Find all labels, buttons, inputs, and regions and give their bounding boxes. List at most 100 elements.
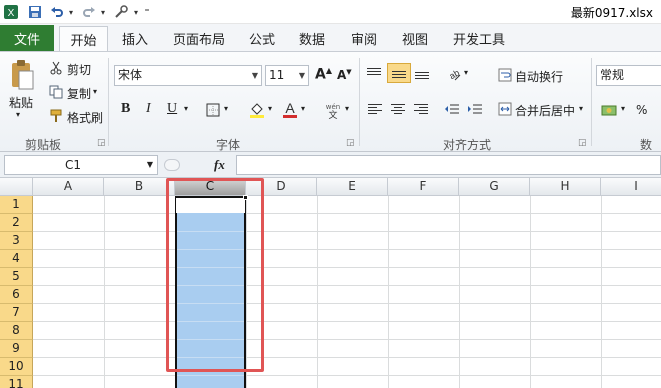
paste-icon[interactable]: [8, 58, 36, 92]
cut-button[interactable]: 剪切: [67, 61, 91, 78]
tools-dropdown-icon[interactable]: ▾: [131, 3, 141, 21]
formula-input[interactable]: [236, 155, 661, 175]
row-header-8[interactable]: 8: [0, 322, 33, 340]
tools-icon[interactable]: [112, 3, 130, 21]
italic-button[interactable]: I: [146, 101, 151, 117]
alignment-launcher-icon[interactable]: ◲: [578, 138, 587, 148]
row-header-1[interactable]: 1: [0, 196, 33, 214]
merge-center-button[interactable]: 合并后居中: [515, 102, 575, 119]
redo-icon[interactable]: [80, 3, 98, 21]
paste-button[interactable]: 粘贴: [9, 94, 33, 111]
svg-text:文: 文: [328, 109, 337, 119]
redo-dropdown-icon[interactable]: ▾: [98, 3, 108, 21]
wrap-text-button[interactable]: 自动换行: [515, 68, 563, 85]
copy-dropdown-icon[interactable]: ▾: [93, 87, 97, 96]
tab-data[interactable]: 数据: [299, 29, 325, 48]
undo-dropdown-icon[interactable]: ▾: [66, 3, 76, 21]
font-size-select[interactable]: 11 ▼: [265, 65, 309, 86]
row-header-4[interactable]: 4: [0, 250, 33, 268]
gridline: [33, 267, 661, 268]
column-header-i[interactable]: I: [601, 178, 661, 196]
merge-center-icon[interactable]: [497, 101, 513, 117]
copy-icon[interactable]: [48, 84, 64, 100]
paste-dropdown-icon[interactable]: ▾: [16, 110, 20, 119]
column-header-h[interactable]: H: [530, 178, 601, 196]
orientation-icon[interactable]: ab: [444, 65, 462, 83]
format-painter-icon[interactable]: [48, 108, 64, 124]
percent-button[interactable]: %: [636, 103, 647, 117]
gridline: [33, 249, 661, 250]
font-name-select[interactable]: 宋体 ▼: [114, 65, 262, 86]
tab-review[interactable]: 审阅: [351, 29, 377, 48]
row-header-9[interactable]: 9: [0, 340, 33, 358]
tab-page-layout[interactable]: 页面布局: [173, 29, 225, 48]
chevron-down-icon: ▼: [251, 71, 258, 80]
insert-function-icon[interactable]: fx: [214, 157, 225, 173]
borders-dropdown-icon[interactable]: ▾: [224, 104, 228, 113]
chevron-down-icon: ▼: [298, 71, 305, 80]
tab-formulas[interactable]: 公式: [249, 29, 275, 48]
row-header-10[interactable]: 10: [0, 358, 33, 376]
align-middle-icon[interactable]: [387, 63, 411, 83]
row-header-3[interactable]: 3: [0, 232, 33, 250]
align-right-icon[interactable]: [414, 102, 430, 118]
ribbon: 粘贴 ▾ 剪切 复制 ▾ 格式刷 剪贴板 ◲ 宋体 ▼ 11 ▼ A▲ A▼ B…: [0, 51, 661, 169]
borders-icon[interactable]: [205, 102, 221, 118]
phonetic-guide-icon[interactable]: wén 文: [323, 100, 343, 120]
orientation-dropdown-icon[interactable]: ▾: [464, 68, 468, 77]
phonetic-dropdown-icon[interactable]: ▾: [345, 104, 349, 113]
font-launcher-icon[interactable]: ◲: [346, 138, 355, 148]
shrink-font-icon[interactable]: A▼: [337, 68, 352, 82]
currency-dropdown-icon[interactable]: ▾: [621, 104, 625, 113]
wrap-text-icon[interactable]: [497, 67, 513, 83]
worksheet-grid[interactable]: A B C D E F G H I 1 2 3 4 5 6 7 8 9 10 1…: [0, 178, 661, 388]
row-header-2[interactable]: 2: [0, 214, 33, 232]
customize-icon[interactable]: ⁼: [142, 3, 152, 21]
alignment-group-label: 对齐方式: [443, 138, 492, 152]
align-bottom-icon[interactable]: [415, 70, 431, 84]
currency-icon[interactable]: [600, 101, 618, 119]
align-top-icon[interactable]: [367, 66, 383, 80]
row-header-5[interactable]: 5: [0, 268, 33, 286]
underline-dropdown-icon[interactable]: ▾: [184, 104, 188, 113]
font-color-dropdown-icon[interactable]: ▾: [301, 104, 305, 113]
column-header-a[interactable]: A: [33, 178, 104, 196]
copy-button[interactable]: 复制: [67, 85, 91, 102]
row-header-11[interactable]: 11: [0, 376, 33, 388]
underline-button[interactable]: U: [167, 101, 177, 117]
row-header-6[interactable]: 6: [0, 286, 33, 304]
grow-font-icon[interactable]: A▲: [315, 66, 332, 83]
merge-dropdown-icon[interactable]: ▾: [579, 104, 583, 113]
gridline: [601, 196, 602, 388]
column-header-f[interactable]: F: [388, 178, 459, 196]
gridline: [33, 213, 661, 214]
name-box[interactable]: C1 ▼: [4, 155, 158, 175]
svg-text:wén: wén: [326, 103, 340, 111]
fill-color-dropdown-icon[interactable]: ▾: [268, 104, 272, 113]
number-format-select[interactable]: 常规: [596, 65, 661, 86]
tab-home[interactable]: 开始: [59, 26, 108, 52]
clipboard-launcher-icon[interactable]: ◲: [97, 138, 106, 148]
tab-view[interactable]: 视图: [402, 29, 428, 48]
column-header-e[interactable]: E: [317, 178, 388, 196]
font-color-icon[interactable]: A: [281, 99, 299, 121]
group-divider: [359, 58, 360, 146]
row-header-7[interactable]: 7: [0, 304, 33, 322]
align-center-icon[interactable]: [391, 102, 407, 118]
save-icon[interactable]: [26, 3, 44, 21]
tab-file[interactable]: 文件: [0, 25, 54, 51]
expand-formula-icon[interactable]: [164, 159, 180, 171]
tab-insert[interactable]: 插入: [122, 29, 148, 48]
select-all-corner[interactable]: [0, 178, 33, 196]
align-left-icon[interactable]: [368, 102, 384, 118]
undo-icon[interactable]: [48, 3, 66, 21]
column-header-g[interactable]: G: [459, 178, 530, 196]
format-painter-button[interactable]: 格式刷: [67, 109, 103, 126]
fill-color-icon[interactable]: [248, 100, 266, 120]
increase-indent-icon[interactable]: [466, 102, 484, 118]
cut-icon[interactable]: [48, 60, 64, 76]
tab-developer[interactable]: 开发工具: [453, 29, 505, 48]
bold-button[interactable]: B: [121, 101, 130, 117]
decrease-indent-icon[interactable]: [443, 102, 461, 118]
column-header-b[interactable]: B: [104, 178, 175, 196]
